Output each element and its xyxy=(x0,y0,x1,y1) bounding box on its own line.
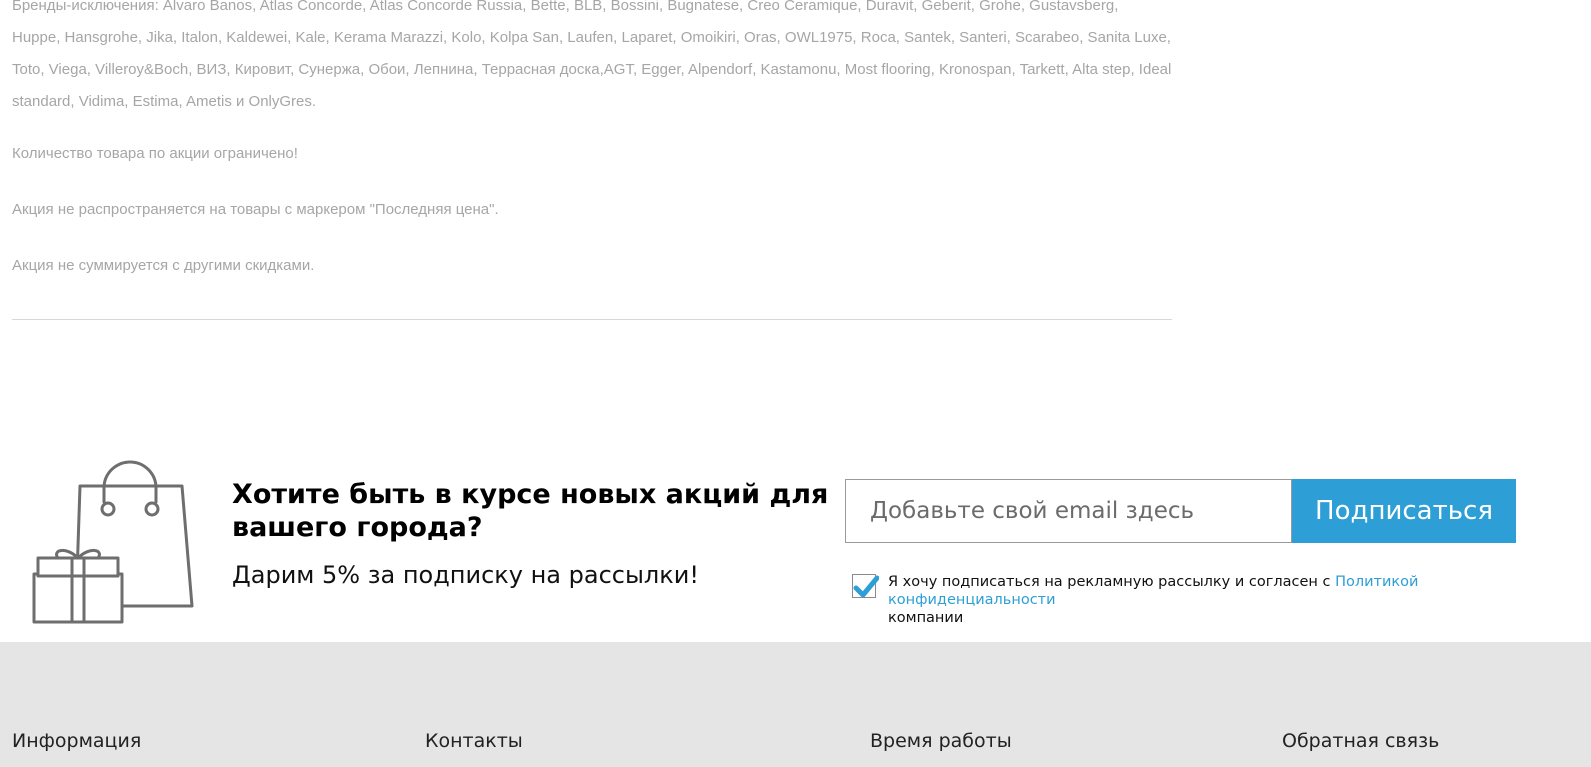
shopping-bag-gift-icon xyxy=(30,454,200,624)
note-limited: Количество товара по акции ограничено! xyxy=(12,145,298,162)
brands-line: Бренды-исключения: Alvaro Banos, Atlas C… xyxy=(12,0,1119,14)
footer: Информация Контакты Время работы Обратна… xyxy=(0,642,1591,767)
checkmark-icon xyxy=(853,575,879,598)
subscribe-button[interactable]: Подписаться xyxy=(1292,479,1516,543)
footer-heading-feedback: Обратная связь xyxy=(1282,730,1440,752)
email-input[interactable] xyxy=(845,479,1292,543)
note-no-sum: Акция не суммируется с другими скидками. xyxy=(12,257,315,274)
consent-text-before: Я хочу подписаться на рекламную рассылку… xyxy=(888,574,1336,590)
consent-text-after: компании xyxy=(888,610,964,626)
footer-heading-hours: Время работы xyxy=(870,730,1012,752)
brands-exclusion-text: Бренды-исключения: Alvaro Banos, Atlas C… xyxy=(12,0,1172,118)
note-last-price: Акция не распространяется на товары с ма… xyxy=(12,201,499,218)
subscribe-section: Хотите быть в курсе новых акций для ваше… xyxy=(0,440,1591,642)
section-divider xyxy=(12,319,1172,320)
footer-heading-info: Информация xyxy=(12,730,142,752)
promo-terms: Бренды-исключения: Alvaro Banos, Atlas C… xyxy=(12,0,1172,276)
brands-line: Toto, Viega, Villeroy&Boch, ВИЗ, Кировит… xyxy=(12,61,1172,78)
consent-checkbox[interactable] xyxy=(852,574,879,598)
footer-heading-contacts: Контакты xyxy=(425,730,523,752)
subscribe-subtitle: Дарим 5% за подписку на рассылки! xyxy=(232,561,699,589)
consent-text: Я хочу подписаться на рекламную рассылку… xyxy=(888,573,1578,627)
subscribe-title: Хотите быть в курсе новых акций для ваше… xyxy=(232,479,829,543)
brands-line: standard, Vidima, Estima, Ametis и OnlyG… xyxy=(12,93,317,110)
brands-line: Huppe, Hansgrohe, Jika, Italon, Kaldewei… xyxy=(12,29,1171,46)
